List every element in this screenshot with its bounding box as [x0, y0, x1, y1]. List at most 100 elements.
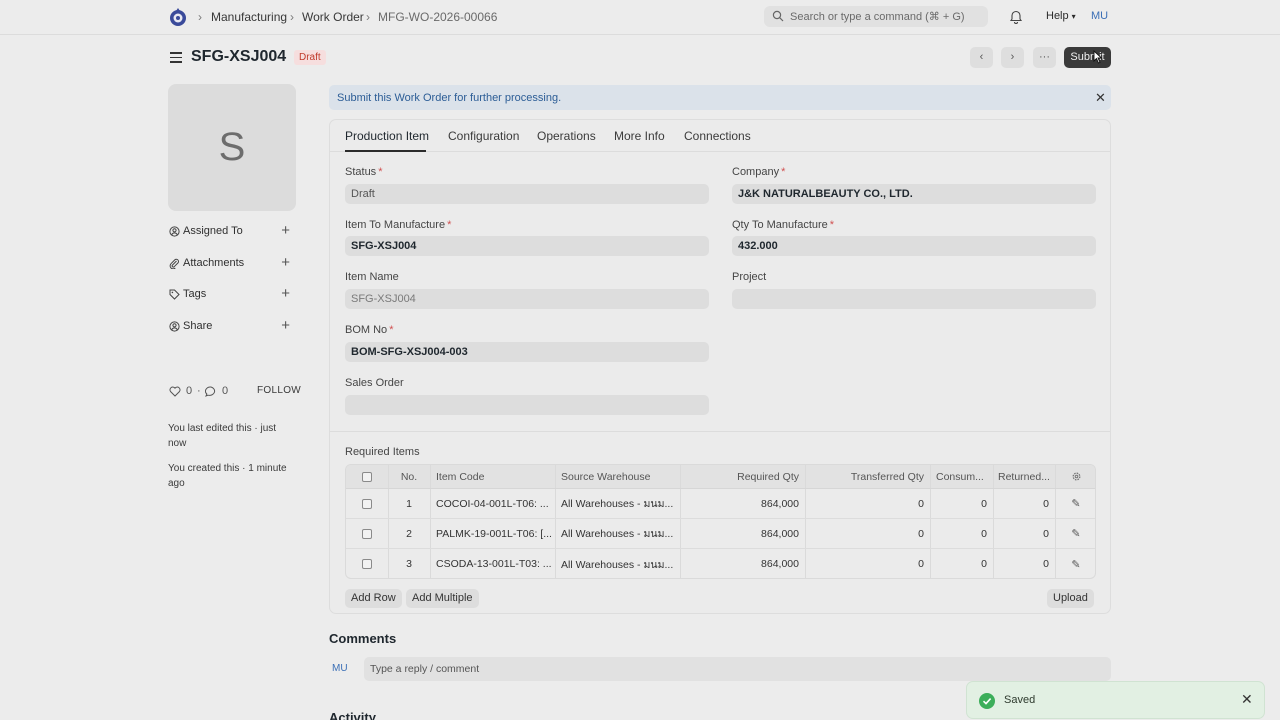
- row-required-qty[interactable]: 864,000: [680, 489, 799, 518]
- sidebar-toggle-icon[interactable]: [170, 52, 182, 63]
- row-required-qty[interactable]: 864,000: [680, 549, 799, 578]
- chevron-right-icon: ›: [290, 10, 294, 24]
- select-all-checkbox[interactable]: [346, 465, 388, 488]
- row-consumed-qty[interactable]: 0: [930, 519, 987, 548]
- row-item-code[interactable]: PALMK-19-001L-T06: [...: [436, 519, 553, 548]
- breadcrumb-current[interactable]: MFG-WO-2026-00066: [378, 10, 497, 24]
- like-count: 0: [186, 385, 193, 397]
- more-icon: ···: [1039, 51, 1050, 63]
- row-warehouse[interactable]: All Warehouses - มนม...: [561, 489, 678, 518]
- row-warehouse[interactable]: All Warehouses - มนม...: [561, 549, 678, 578]
- pencil-icon: ✎: [1071, 528, 1081, 540]
- row-returned-qty[interactable]: 0: [993, 519, 1049, 548]
- sidebar-item-attachments[interactable]: Attachments +: [169, 254, 293, 272]
- comments-title: Comments: [329, 631, 397, 646]
- heart-icon[interactable]: [169, 386, 181, 397]
- chevron-right-icon: ›: [1010, 51, 1015, 63]
- add-row-button[interactable]: Add Row: [345, 589, 402, 608]
- search-input[interactable]: [790, 8, 980, 25]
- next-doc-button[interactable]: ›: [1001, 47, 1024, 68]
- toast-message: Saved: [1004, 694, 1036, 706]
- notification-bell-icon[interactable]: [1009, 9, 1023, 24]
- mouse-cursor-icon: [1093, 50, 1103, 64]
- table-header: No. Item Code Source Warehouse Required …: [346, 465, 1095, 489]
- tab-configuration[interactable]: Configuration: [448, 129, 519, 143]
- col-returned: Returned...: [998, 470, 1050, 483]
- search-bar[interactable]: [764, 6, 988, 27]
- help-dropdown[interactable]: Help ▾: [1046, 10, 1076, 22]
- pencil-icon: ✎: [1071, 558, 1081, 571]
- status-badge: Draft: [294, 50, 326, 65]
- user-avatar[interactable]: MU: [1091, 10, 1108, 22]
- row-consumed-qty[interactable]: 0: [930, 489, 987, 518]
- tab-operations[interactable]: Operations: [537, 129, 596, 143]
- row-checkbox[interactable]: [346, 489, 388, 518]
- upload-button[interactable]: Upload: [1047, 589, 1094, 608]
- row-item-code[interactable]: CSODA-13-001L-T03: ...: [436, 549, 553, 578]
- add-multiple-button[interactable]: Add Multiple: [406, 589, 479, 608]
- table-row[interactable]: 1 COCOI-04-001L-T06: ... All Warehouses …: [346, 489, 1095, 519]
- add-icon[interactable]: +: [281, 222, 290, 239]
- tab-connections[interactable]: Connections: [684, 129, 751, 143]
- col-no: No.: [400, 470, 418, 483]
- row-transferred-qty[interactable]: 0: [805, 519, 924, 548]
- chevron-down-icon: ▾: [1071, 12, 1076, 21]
- row-transferred-qty[interactable]: 0: [805, 489, 924, 518]
- navbar: › Manufacturing › Work Order › MFG-WO-20…: [0, 0, 1280, 35]
- comment-avatar: MU: [332, 663, 348, 674]
- col-source-warehouse: Source Warehouse: [561, 470, 651, 483]
- app-logo-icon[interactable]: [169, 7, 187, 27]
- breadcrumb-manufacturing[interactable]: Manufacturing: [211, 10, 287, 24]
- row-returned-qty[interactable]: 0: [993, 489, 1049, 518]
- assign-icon: [169, 226, 180, 237]
- row-edit-button[interactable]: ✎: [1055, 519, 1095, 548]
- table-row[interactable]: 3 CSODA-13-001L-T03: ... All Warehouses …: [346, 549, 1095, 578]
- row-consumed-qty[interactable]: 0: [930, 549, 987, 578]
- more-actions-button[interactable]: ···: [1033, 47, 1056, 68]
- col-transferred-qty: Transferred Qty: [850, 470, 924, 483]
- project-field[interactable]: [732, 289, 1096, 309]
- sales-order-field[interactable]: [345, 395, 709, 415]
- close-icon[interactable]: ✕: [1095, 90, 1106, 106]
- company-field[interactable]: J&K NATURALBEAUTY CO., LTD.: [732, 184, 1096, 204]
- row-required-qty[interactable]: 864,000: [680, 519, 799, 548]
- submit-button[interactable]: Submit: [1064, 47, 1111, 68]
- previous-doc-button[interactable]: ‹: [970, 47, 993, 68]
- row-returned-qty[interactable]: 0: [993, 549, 1049, 578]
- add-icon[interactable]: +: [281, 285, 290, 302]
- tab-more-info[interactable]: More Info: [614, 129, 665, 143]
- column-settings[interactable]: [1055, 465, 1095, 488]
- tag-icon: [169, 289, 180, 300]
- table-row[interactable]: 2 PALMK-19-001L-T06: [... All Warehouses…: [346, 519, 1095, 549]
- row-edit-button[interactable]: ✎: [1055, 549, 1095, 578]
- comment-count: 0: [222, 385, 229, 397]
- row-warehouse[interactable]: All Warehouses - มนม...: [561, 519, 678, 548]
- row-checkbox[interactable]: [346, 549, 388, 578]
- comment-box[interactable]: [364, 657, 1111, 681]
- sidebar-item-tags[interactable]: Tags +: [169, 285, 293, 303]
- row-edit-button[interactable]: ✎: [1055, 489, 1095, 518]
- item-to-manufacture-field[interactable]: SFG-XSJ004: [345, 236, 709, 256]
- comment-input[interactable]: [370, 660, 1070, 678]
- page-title: SFG-XSJ004: [191, 48, 287, 65]
- tab-production-item[interactable]: Production Item: [345, 129, 429, 143]
- col-consumed: Consum...: [936, 470, 984, 483]
- bom-no-field[interactable]: BOM-SFG-XSJ004-003: [345, 342, 709, 362]
- row-transferred-qty[interactable]: 0: [805, 549, 924, 578]
- sidebar-item-assigned-to[interactable]: Assigned To +: [169, 222, 293, 240]
- close-icon[interactable]: ✕: [1241, 691, 1253, 708]
- breadcrumb-work-order[interactable]: Work Order: [302, 10, 364, 24]
- status-field[interactable]: Draft: [345, 184, 709, 204]
- qty-to-manufacture-field[interactable]: 432.000: [732, 236, 1096, 256]
- add-icon[interactable]: +: [281, 254, 290, 271]
- document-avatar: S: [168, 84, 296, 211]
- sidebar-item-share[interactable]: Share +: [169, 317, 293, 335]
- add-icon[interactable]: +: [281, 317, 290, 334]
- comment-icon[interactable]: [205, 386, 217, 397]
- follow-button[interactable]: FOLLOW: [257, 385, 301, 396]
- row-item-code[interactable]: COCOI-04-001L-T06: ...: [436, 489, 553, 518]
- info-alert: Submit this Work Order for further proce…: [329, 85, 1111, 110]
- row-no: 3: [406, 558, 412, 570]
- row-checkbox[interactable]: [346, 519, 388, 548]
- created-note: You created this · 1 minute ago: [168, 463, 287, 489]
